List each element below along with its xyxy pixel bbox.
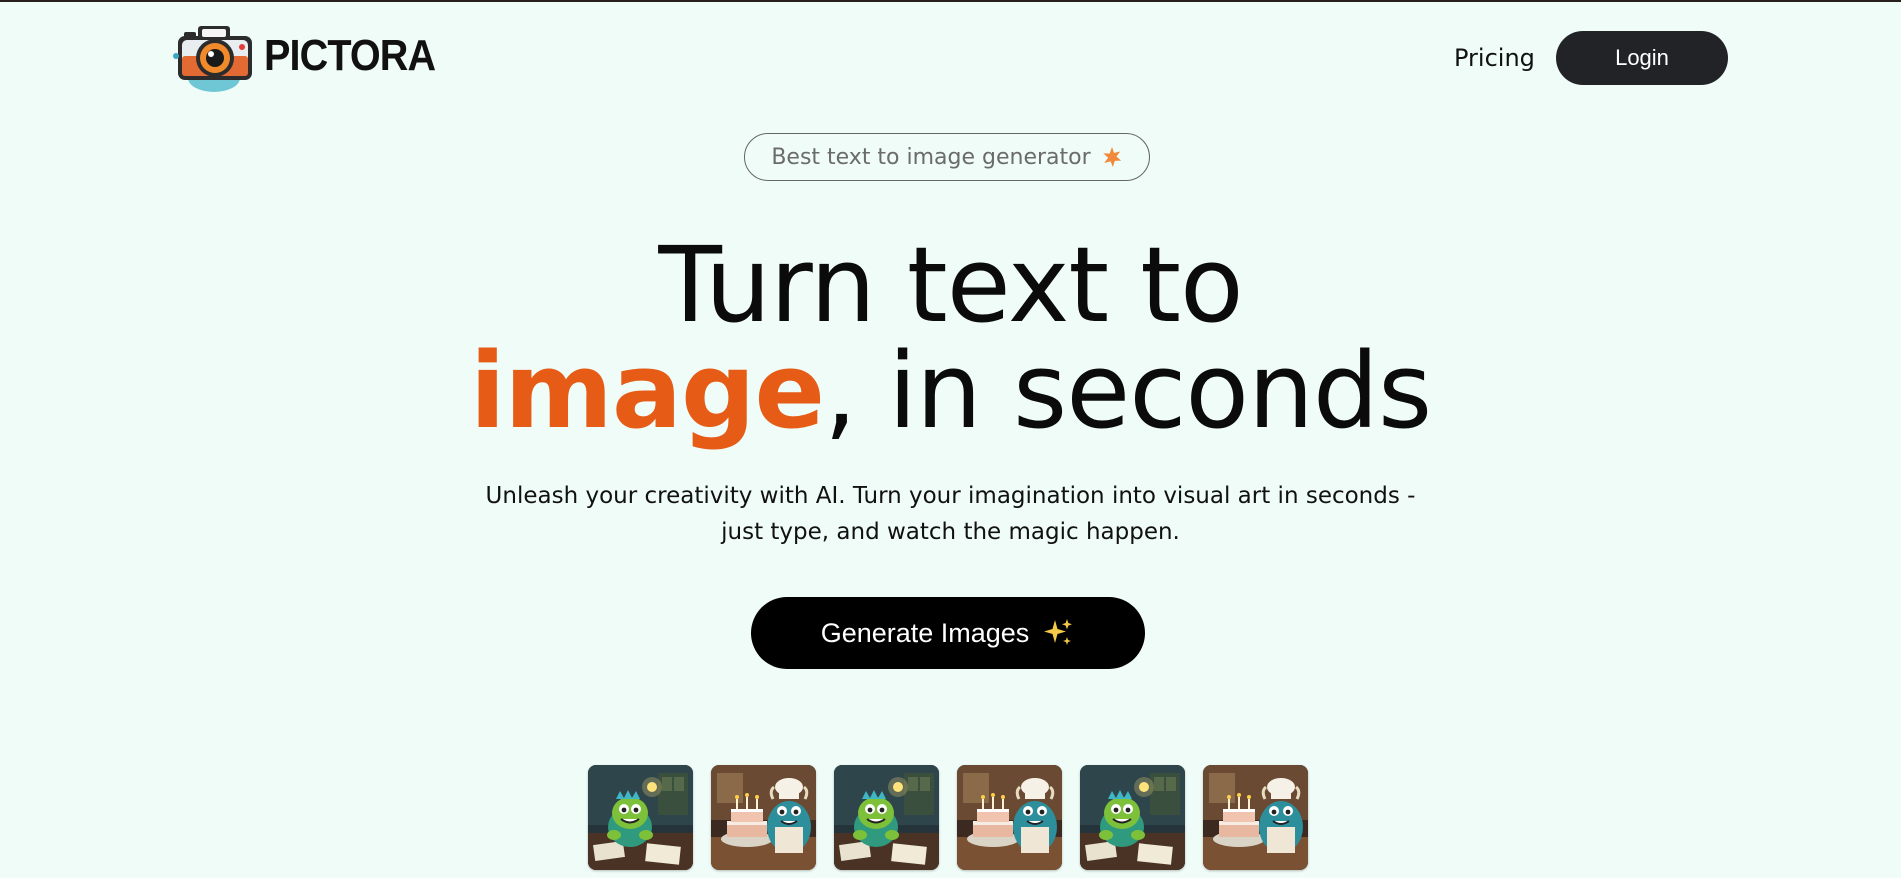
gallery-image-6[interactable]: [1203, 765, 1308, 870]
hero-subtitle: Unleash your creativity with AI. Turn yo…: [0, 478, 1901, 550]
hero-headline: Turn text to image, in seconds: [0, 232, 1901, 444]
tagline-badge: Best text to image generator: [744, 133, 1150, 181]
brand-logo[interactable]: PICTORA: [170, 18, 454, 94]
headline-rest: , in seconds: [824, 330, 1432, 452]
subtitle-line-1: Unleash your creativity with AI. Turn yo…: [485, 483, 1416, 509]
headline-accent-word: image: [469, 330, 825, 452]
login-button[interactable]: Login: [1556, 31, 1728, 85]
generate-images-label: Generate Images: [820, 617, 1030, 648]
gallery-image-5[interactable]: [1080, 765, 1185, 870]
badge-text: Best text to image generator: [771, 144, 1091, 170]
gallery-image-4[interactable]: [957, 765, 1062, 870]
subtitle-line-2: just type, and watch the magic happen.: [721, 519, 1180, 545]
pricing-link[interactable]: Pricing: [1454, 44, 1535, 72]
generate-images-button[interactable]: Generate Images: [751, 597, 1145, 669]
sparkles-icon: [1044, 619, 1073, 645]
brand-name: PICTORA: [264, 31, 436, 80]
top-navbar: PICTORA Pricing Login: [0, 2, 1901, 112]
camera-logo-icon: [173, 26, 252, 92]
headline-line-1: Turn text to: [658, 224, 1243, 346]
sample-image-gallery: [588, 765, 1308, 870]
gallery-image-2[interactable]: [711, 765, 816, 870]
gallery-image-1[interactable]: [588, 765, 693, 870]
gallery-image-3[interactable]: [834, 765, 939, 870]
starburst-icon: [1102, 146, 1121, 168]
